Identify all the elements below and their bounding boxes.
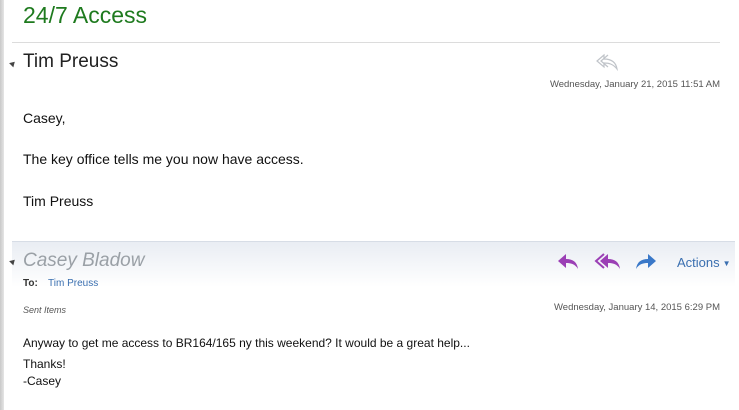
to-label: To:	[23, 278, 38, 289]
message-2-body-line: -Casey	[23, 374, 62, 388]
message-1-body-line: Tim Preuss	[23, 193, 94, 209]
message-2-body-line: Anyway to get me access to BR164/165 ny …	[23, 336, 470, 350]
reply-all-icon[interactable]	[594, 52, 620, 77]
message-2-folder: Sent Items	[23, 305, 67, 315]
forward-icon[interactable]	[634, 251, 658, 276]
message-1-body-line: Casey,	[23, 110, 66, 126]
reply-all-icon[interactable]	[594, 251, 622, 276]
message-2-date: Wednesday, January 14, 2015 6:29 PM	[553, 302, 720, 313]
message-1-sender[interactable]: Tim Preuss	[23, 51, 118, 73]
chevron-down-icon[interactable]: ▼	[723, 259, 731, 268]
reply-icon[interactable]	[556, 251, 580, 276]
message-2-sender[interactable]: Casey Bladow	[23, 250, 144, 272]
conversation-subject: 24/7 Access	[23, 2, 148, 28]
actions-label[interactable]: Actions	[677, 255, 720, 270]
message-1-date: Wednesday, January 21, 2015 11:51 AM	[549, 79, 720, 90]
message-2-body-line: Thanks!	[23, 357, 66, 371]
left-border	[0, 0, 4, 410]
to-recipient-link[interactable]: Tim Preuss	[48, 278, 98, 289]
message-1-body-line: The key office tells me you now have acc…	[23, 151, 304, 167]
actions-menu[interactable]: Actions ▼	[677, 255, 731, 270]
